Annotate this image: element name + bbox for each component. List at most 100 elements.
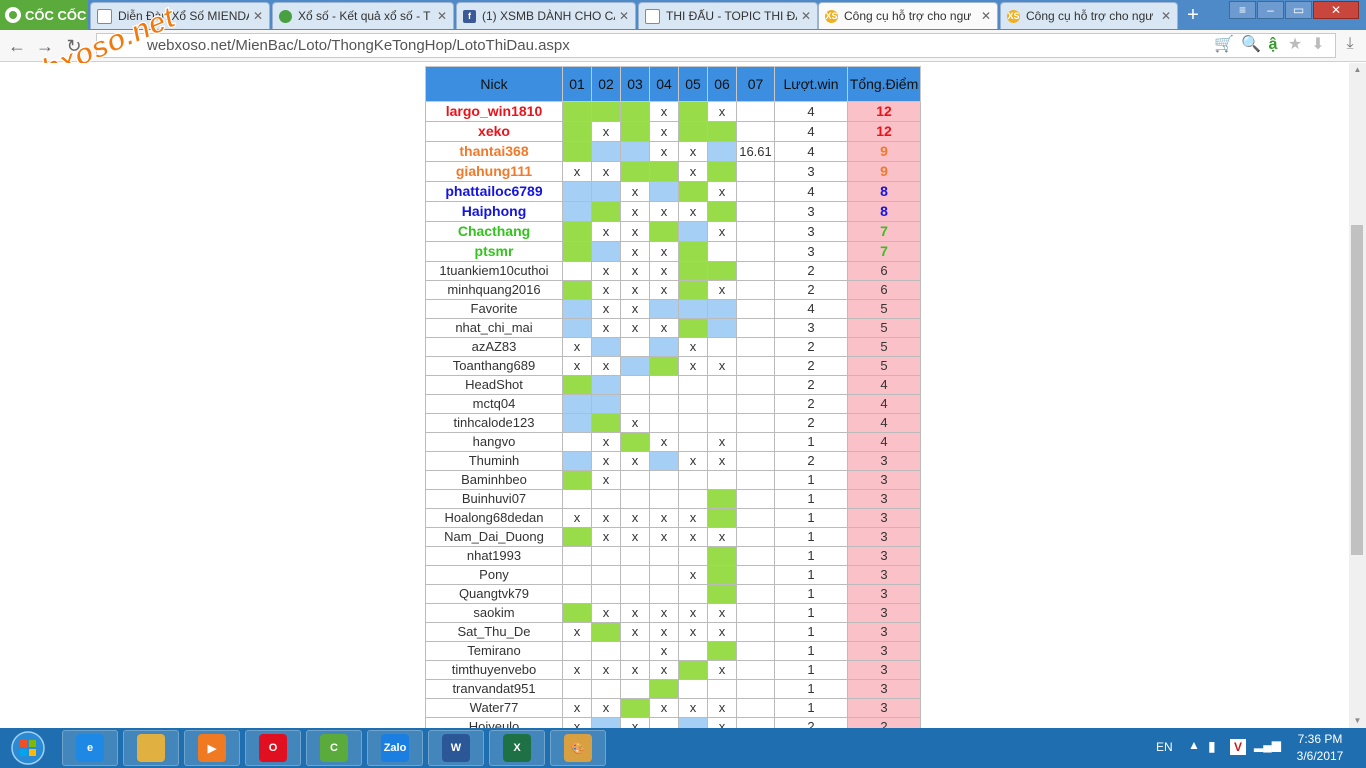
scroll-thumb[interactable] <box>1351 225 1363 555</box>
taskbar-app-opera[interactable]: O <box>245 730 301 766</box>
tab-thi-dau[interactable]: THI ĐẤU - TOPIC THI ĐẤ ✕ <box>638 2 818 29</box>
taskbar-app-file-explorer[interactable] <box>123 730 179 766</box>
day-cell-6: x <box>707 181 737 202</box>
taskbar-app-zalo[interactable]: Zalo <box>367 730 423 766</box>
page-scrollbar[interactable]: ▲ ▼ <box>1349 63 1366 728</box>
day-cell-6 <box>707 261 737 281</box>
menu-button[interactable]: ≡ <box>1229 1 1256 19</box>
network-signal-icon[interactable]: ▂▄▆ <box>1254 738 1281 752</box>
player-nick: Favorite <box>425 299 563 319</box>
tab-cong-cu[interactable]: XS Công cụ hỗ trợ cho ngư ✕ <box>1000 2 1178 29</box>
close-icon[interactable]: ✕ <box>1161 9 1171 23</box>
day-cell-6 <box>707 565 737 585</box>
tong-diem-cell: 3 <box>847 527 921 547</box>
header-02: 02 <box>591 66 621 102</box>
vietnamese-input-icon[interactable]: ậ <box>1263 35 1283 55</box>
header-05: 05 <box>678 66 708 102</box>
bookmark-star-icon[interactable]: ★ <box>1285 35 1305 55</box>
day-cell-2 <box>591 622 621 642</box>
close-icon[interactable]: ✕ <box>619 9 629 23</box>
day-cell-5 <box>678 660 708 680</box>
luot-win-cell: 1 <box>774 698 848 718</box>
day-cell-5: x <box>678 698 708 718</box>
table-row: Pony x 1 3 <box>425 565 921 585</box>
download-icon[interactable]: ⬇ <box>1308 35 1328 55</box>
day-cell-3 <box>620 432 650 452</box>
day-cell-2 <box>591 641 621 661</box>
luot-win-cell: 1 <box>774 641 848 661</box>
internet-explorer-icon: e <box>76 734 104 762</box>
day-cell-1 <box>562 318 592 338</box>
table-row: Toanthang689 x x x x 2 5 <box>425 356 921 376</box>
day-cell-4 <box>649 161 679 182</box>
day-cell-3 <box>620 489 650 509</box>
player-nick: ptsmr <box>425 241 563 262</box>
day-cell-1: x <box>562 717 592 728</box>
day-cell-7 <box>736 698 775 718</box>
close-window-button[interactable]: ✕ <box>1313 1 1359 19</box>
table-row: Hoalong68dedan x x x x x 1 3 <box>425 508 921 528</box>
antivirus-icon[interactable]: V <box>1230 739 1246 755</box>
day-cell-6 <box>707 584 737 604</box>
show-hidden-icons[interactable]: ▲ <box>1188 738 1200 752</box>
day-cell-7: 16.61 <box>736 141 775 162</box>
close-icon[interactable]: ✕ <box>981 9 991 23</box>
day-cell-7 <box>736 394 775 414</box>
taskbar-app-internet-explorer[interactable]: e <box>62 730 118 766</box>
table-row: Sat_Thu_De x x x x x 1 3 <box>425 622 921 642</box>
day-cell-2: x <box>591 261 621 281</box>
close-icon[interactable]: ✕ <box>801 9 811 23</box>
day-cell-4 <box>649 717 679 728</box>
close-icon[interactable]: ✕ <box>437 9 447 23</box>
zoom-icon[interactable]: 🔍 <box>1241 35 1261 55</box>
scroll-down-icon[interactable]: ▼ <box>1349 714 1366 728</box>
day-cell-1 <box>562 261 592 281</box>
luot-win-cell: 2 <box>774 337 848 357</box>
day-cell-4 <box>649 337 679 357</box>
day-cell-6: x <box>707 451 737 471</box>
luot-win-cell: 4 <box>774 181 848 202</box>
taskbar-app-excel[interactable]: X <box>489 730 545 766</box>
luot-win-cell: 1 <box>774 432 848 452</box>
day-cell-1 <box>562 565 592 585</box>
table-header-row: Nick 01 02 03 04 05 06 07 Lượt.win Tổng.… <box>425 66 921 102</box>
language-indicator[interactable]: EN <box>1156 740 1173 754</box>
tong-diem-cell: 3 <box>847 470 921 490</box>
tong-diem-cell: 3 <box>847 584 921 604</box>
tong-diem-cell: 4 <box>847 375 921 395</box>
scroll-up-icon[interactable]: ▲ <box>1349 63 1366 77</box>
tab-cong-cu-active[interactable]: XS Công cụ hỗ trợ cho ngư ✕ <box>818 2 998 29</box>
luot-win-cell: 4 <box>774 299 848 319</box>
taskbar-app-paint[interactable]: 🎨 <box>550 730 606 766</box>
taskbar-app-coccoc-browser[interactable]: C <box>306 730 362 766</box>
day-cell-2 <box>591 717 621 728</box>
download-manager-icon[interactable]: ⤓ <box>1340 34 1360 54</box>
battery-icon[interactable]: ▮ <box>1208 738 1216 755</box>
day-cell-4 <box>649 375 679 395</box>
minimize-button[interactable]: – <box>1257 1 1284 19</box>
clock-date[interactable]: 3/6/2017 <box>1290 749 1350 763</box>
taskbar-app-word[interactable]: W <box>428 730 484 766</box>
url-field[interactable]: webxoso.net/MienBac/Loto/ThongKeTongHop/… <box>96 33 1336 58</box>
windows-start-icon[interactable] <box>8 730 48 766</box>
table-row: Quangtvk79 1 3 <box>425 584 921 604</box>
clock-time[interactable]: 7:36 PM <box>1290 732 1350 746</box>
day-cell-5 <box>678 413 708 433</box>
taskbar-app-media-player[interactable]: ▶ <box>184 730 240 766</box>
shopping-cart-icon[interactable]: 🛒 <box>1214 35 1234 55</box>
day-cell-7 <box>736 603 775 623</box>
tab-facebook[interactable]: f (1) XSMB DÀNH CHO CA ✕ <box>456 2 636 29</box>
new-tab-icon[interactable]: + <box>1183 5 1203 25</box>
day-cell-7 <box>736 375 775 395</box>
day-cell-5 <box>678 432 708 452</box>
day-cell-2: x <box>591 451 621 471</box>
tong-diem-cell: 5 <box>847 356 921 376</box>
day-cell-5: x <box>678 622 708 642</box>
luot-win-cell: 2 <box>774 413 848 433</box>
tab-xo-so[interactable]: Xổ số - Kết quả xổ số - T ✕ <box>272 2 454 29</box>
close-icon[interactable]: ✕ <box>253 9 263 23</box>
table-row: Chacthang x x x 3 7 <box>425 221 921 242</box>
day-cell-6 <box>707 641 737 661</box>
maximize-button[interactable]: ▭ <box>1285 1 1312 19</box>
day-cell-5: x <box>678 161 708 182</box>
